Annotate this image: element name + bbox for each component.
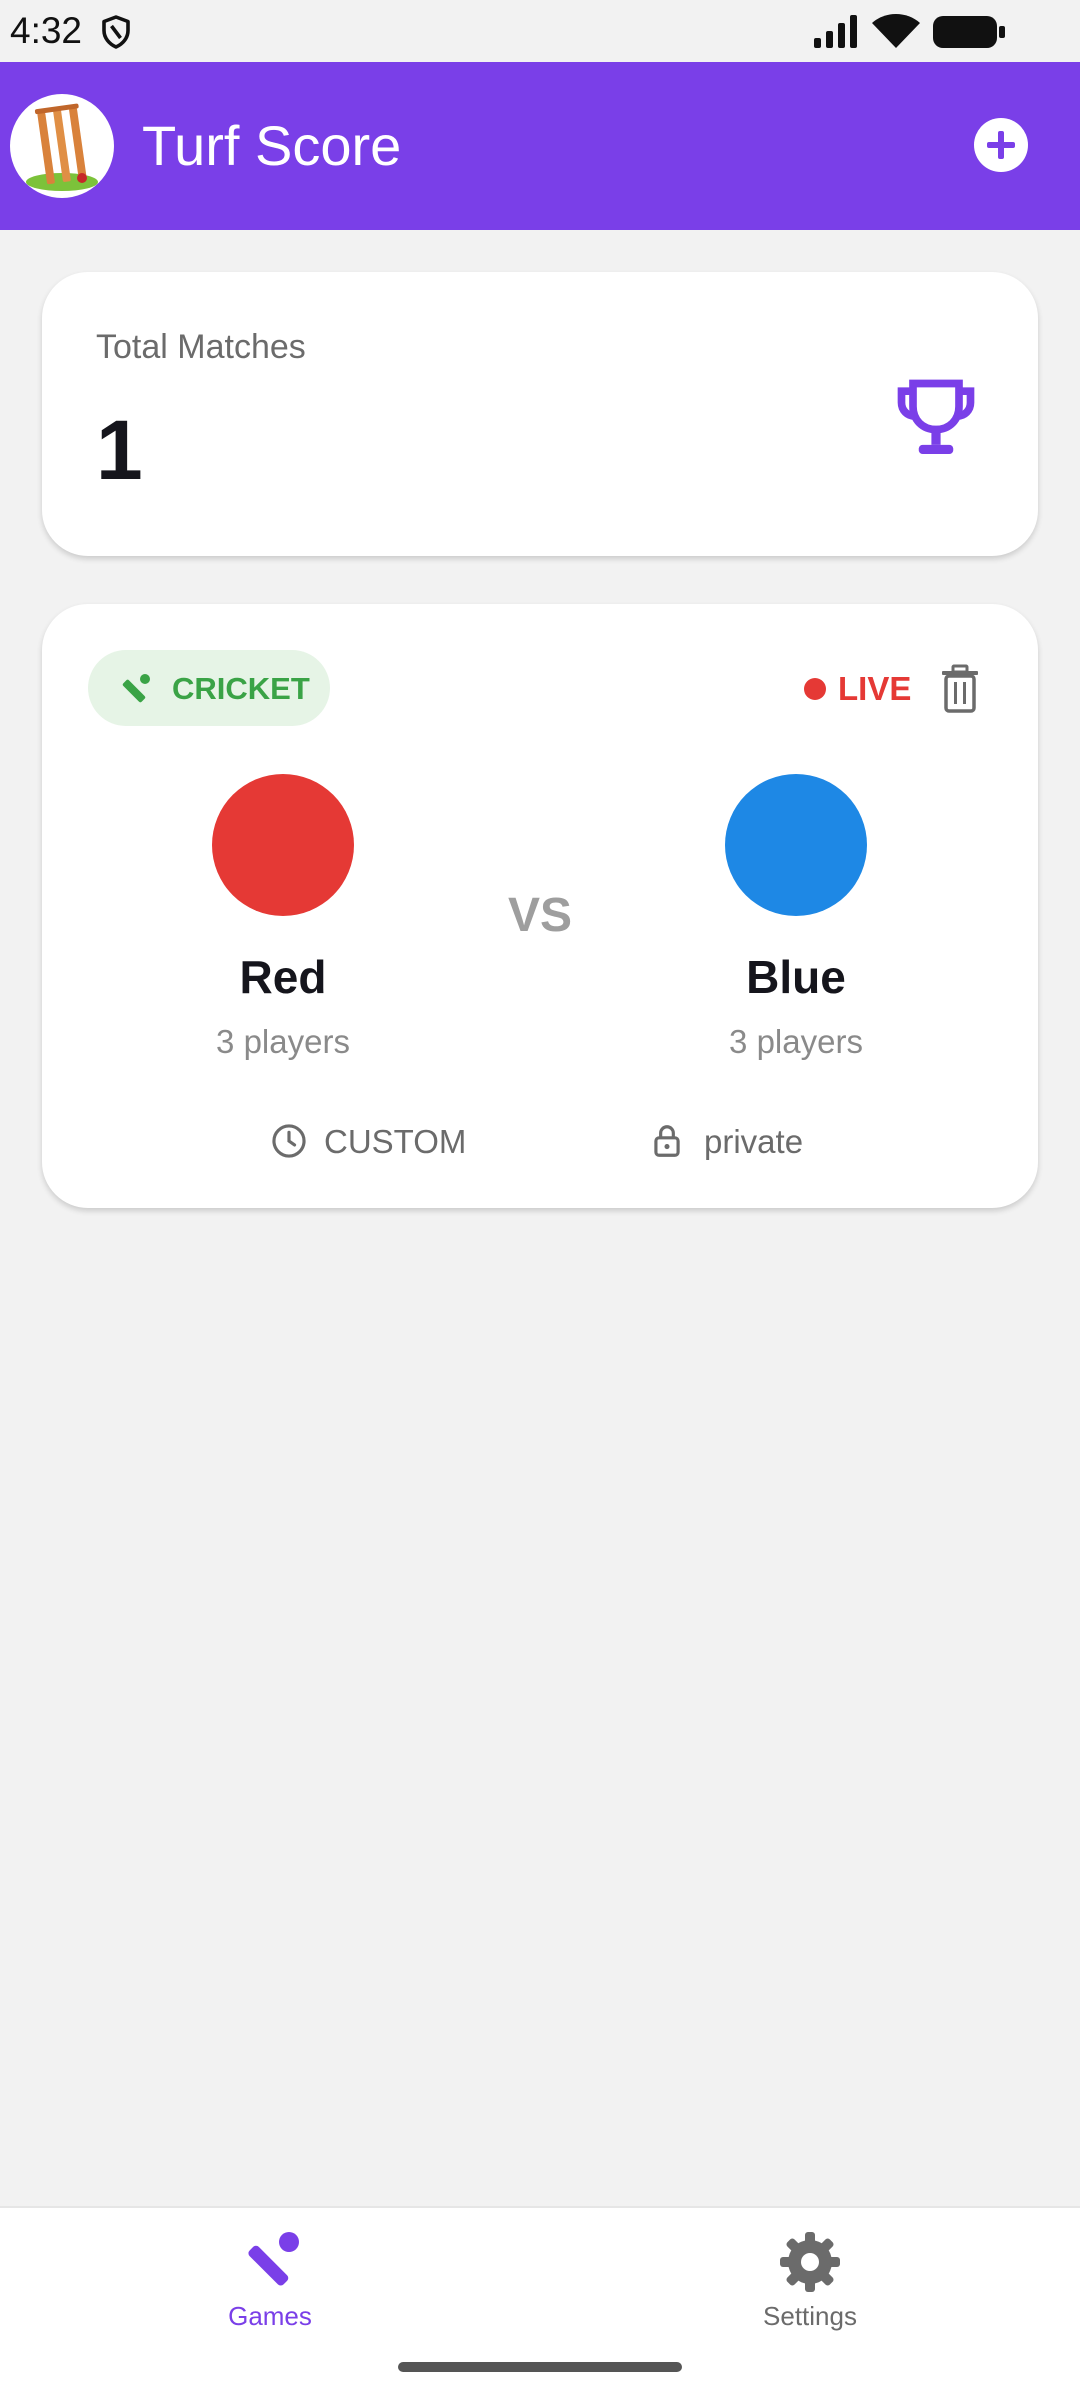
status-time: 4:32 [10,10,83,51]
app-title: Turf Score [142,114,402,177]
trash-icon [942,664,978,713]
shield-icon [102,15,130,49]
app-logo [10,94,114,198]
team-red-avatar [212,774,354,916]
nav-item-games[interactable]: Games [120,2208,420,2358]
app-bar: Turf Score [0,62,1080,230]
team-red-name: Red [239,951,327,1003]
signal-icon [814,15,857,48]
total-matches-card: Total Matches 1 [42,272,1038,556]
team-blue-name: Blue [746,951,846,1003]
team-blue-players: 3 players [729,1023,863,1060]
sport-label: CRICKET [172,671,310,706]
total-matches-label: Total Matches [96,328,306,366]
wifi-icon [872,14,920,48]
live-status: LIVE [838,670,912,707]
home-indicator [398,2362,682,2372]
lock-icon [654,1125,680,1157]
cricket-bat-icon [122,674,150,703]
clock-icon [272,1124,306,1158]
nav-label-settings: Settings [763,2301,857,2331]
match-visibility: private [704,1123,804,1160]
nav-item-settings[interactable]: Settings [660,2208,960,2358]
cricket-stumps-logo [26,103,98,191]
bottom-nav: Games Settings [0,2206,1080,2402]
status-bar: 4:32 [0,0,1080,62]
trophy-icon [897,379,975,455]
cricket-bat-icon [248,2232,299,2286]
vs-label: VS [507,889,573,942]
gear-icon [780,2232,840,2292]
live-dot-icon [804,678,826,700]
add-match-button[interactable] [974,118,1028,172]
nav-label-games: Games [228,2301,312,2331]
team-blue-avatar [725,774,867,916]
match-format: CUSTOM [324,1123,467,1160]
match-card[interactable]: CRICKET LIVE Red 3 players VS Blue 3 pla… [42,604,1038,1208]
team-red-players: 3 players [216,1023,350,1060]
total-matches-value: 1 [96,403,143,497]
add-circle-icon [987,131,1015,159]
battery-icon [933,16,1005,48]
delete-match-button[interactable] [938,664,982,714]
sport-chip: CRICKET [88,650,330,726]
